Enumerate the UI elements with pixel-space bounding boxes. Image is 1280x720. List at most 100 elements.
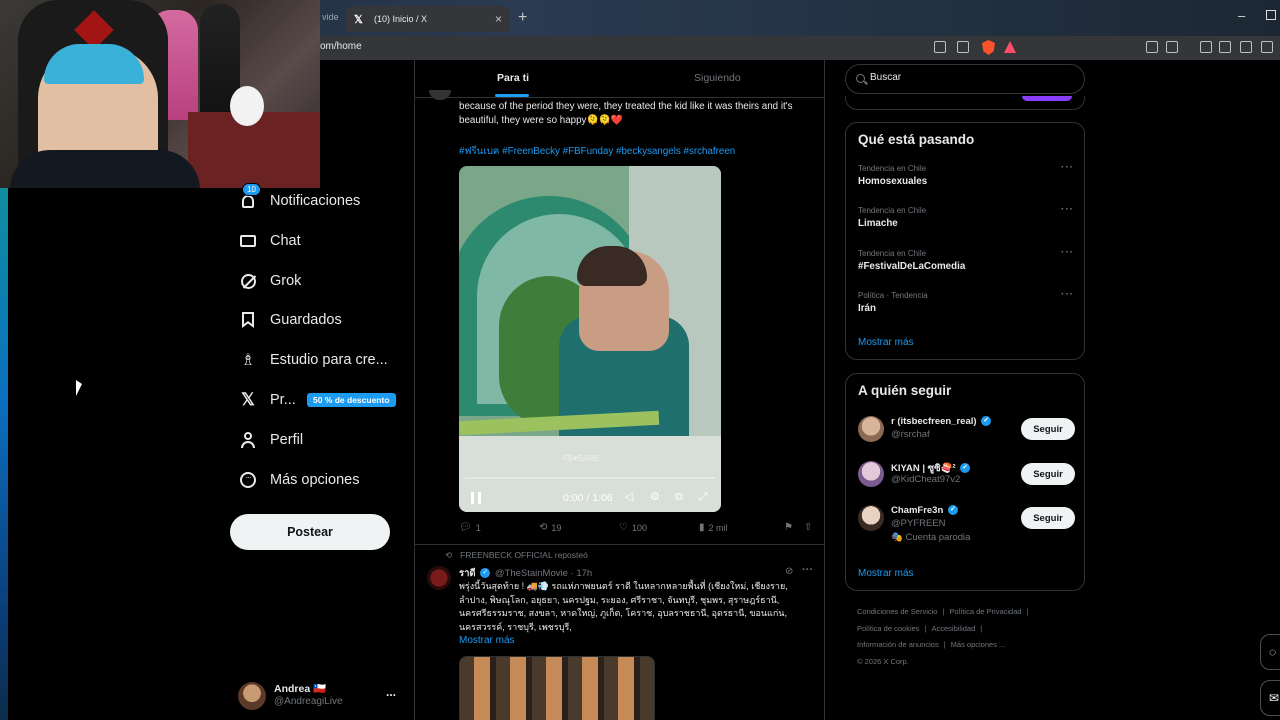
tweet-author-handle[interactable]: @TheStainMovie [495, 568, 568, 579]
show-more-link[interactable]: Mostrar más [459, 635, 515, 646]
nav-notifications[interactable]: 10 Notificaciones [238, 183, 360, 213]
trend-name: Limache [858, 218, 898, 229]
video-player[interactable]: FB♥BABE 0:00 / 1:06 ◁ ⚙ ⧉ ⤢ [459, 166, 721, 512]
nav-chat[interactable]: Chat [238, 229, 301, 253]
pip-icon[interactable]: ⧉ [673, 491, 685, 503]
reply-button[interactable]: 💬︎ 1 [459, 522, 481, 533]
tweet-text: พรุ่งนี้วันสุดท้าย ! 🚚💨 รถแห่ภาพยนตร์ รา… [459, 581, 788, 632]
page-footer: Condiciones de Servicio | Política de Priv… [857, 607, 1029, 666]
brave-shields-icon[interactable] [982, 40, 995, 55]
follow-button[interactable]: Seguir [1021, 418, 1075, 440]
follow-button[interactable]: Seguir [1021, 507, 1075, 529]
search-input[interactable] [870, 72, 1070, 83]
grok-side-icon[interactable]: ◌ [1260, 634, 1280, 670]
tweet-time[interactable]: · 17h [571, 568, 593, 579]
previous-tab-fragment[interactable]: vide [322, 12, 339, 22]
trend-name: #FestivalDeLaComedia [858, 261, 966, 272]
views-button[interactable]: ▮ 2 mil [699, 522, 728, 533]
who-to-follow-show-more[interactable]: Mostrar más [858, 568, 914, 579]
account-name: Andrea 🇨🇱 [274, 683, 327, 695]
post-button[interactable]: Postear [230, 514, 390, 550]
video-progress-bar[interactable] [465, 477, 715, 479]
brave-rewards-icon[interactable] [1004, 41, 1016, 53]
heart-icon: ♡ [619, 522, 628, 533]
trend-item[interactable]: Tendencia en Chile Homosexuales ··· [858, 162, 1074, 194]
footer-accessibility-link[interactable]: Accesibilidad [932, 624, 976, 633]
trend-item[interactable]: Política · Tendencia Irán ··· [858, 289, 1074, 321]
leo-ai-icon[interactable] [1261, 41, 1273, 53]
repost-context[interactable]: ⟲ FREENBECK OFFICIAL reposteó [445, 550, 588, 561]
follow-suggestion[interactable]: ChamFre3n ✓ @PYFREEN 🎭 Cuenta parodia Se… [858, 505, 1075, 543]
nav-grok[interactable]: Grok [238, 269, 301, 293]
footer-ads-info-link[interactable]: Información de anuncios [857, 640, 939, 649]
trend-more-icon[interactable]: ··· [1061, 162, 1074, 173]
nav-saved[interactable]: Guardados [238, 308, 342, 332]
extensions-icon[interactable] [1146, 41, 1158, 53]
trend-item[interactable]: Tendencia en Chile #FestivalDeLaComedia … [858, 247, 1074, 279]
share-button[interactable]: ⇧ [804, 522, 816, 533]
fullscreen-icon[interactable]: ⤢ [697, 491, 709, 503]
trend-meta: Tendencia en Chile [858, 206, 927, 215]
close-tab-icon[interactable]: × [495, 12, 502, 26]
streamer-shirt [10, 150, 200, 188]
tweet-hashtags[interactable]: #ฟรีนเบค #FreenBecky #FBFunday #beckysan… [459, 144, 735, 159]
footer-terms-link[interactable]: Condiciones de Servicio [857, 607, 937, 616]
trend-more-icon[interactable]: ··· [1061, 289, 1074, 300]
wallet-icon[interactable] [1240, 41, 1252, 53]
settings-gear-icon[interactable]: ⚙ [649, 491, 661, 503]
avatar[interactable] [429, 90, 451, 100]
avatar [858, 505, 884, 531]
trend-name: Irán [858, 303, 876, 314]
avatar [858, 461, 884, 487]
tab-for-you[interactable]: Para ti [497, 72, 529, 84]
nav-premium[interactable]: 𝕏 Pr... [238, 388, 296, 412]
new-tab-icon[interactable]: + [518, 9, 527, 27]
follow-suggestion[interactable]: KIYAN | ซูซิ🍣² ✓ @KidCheat97v2 Seguir [858, 461, 1075, 495]
search-box[interactable] [845, 64, 1085, 94]
account-switcher[interactable]: Andrea 🇨🇱 @AndreagiLive ... [238, 681, 403, 711]
nav-label: Pr... [270, 392, 296, 408]
share-icon: ⇧ [804, 522, 813, 533]
tab-following[interactable]: Siguiendo [694, 72, 741, 84]
maximize-window-icon[interactable] [1266, 10, 1276, 20]
bookmark-button[interactable]: ⚑ [784, 522, 797, 533]
messages-side-icon[interactable]: ✉ [1260, 680, 1280, 716]
who-to-follow-panel: A quién seguir r (itsbecfreen_real) ✓ @r… [845, 373, 1085, 591]
screenshot-icon[interactable] [1166, 41, 1178, 53]
follow-suggestion[interactable]: r (itsbecfreen_real) ✓ @rsrchaf Seguir [858, 416, 1075, 450]
footer-cookies-link[interactable]: Política de cookies [857, 624, 920, 633]
trend-meta: Tendencia en Chile [858, 164, 927, 173]
nav-profile[interactable]: Perfil [238, 428, 303, 452]
notification-count-badge: 10 [242, 183, 261, 196]
trend-item[interactable]: Tendencia en Chile Limache ··· [858, 204, 1074, 236]
account-more-icon[interactable]: ... [386, 685, 396, 699]
tweet-more-icon[interactable]: ··· [802, 564, 813, 576]
share-icon[interactable] [957, 41, 969, 53]
promo-button-edge[interactable] [1022, 96, 1072, 101]
url-text[interactable]: om/home [320, 41, 362, 52]
media-icon[interactable] [1200, 41, 1212, 53]
minimize-window-icon[interactable]: – [1238, 8, 1245, 23]
sidebar-icon[interactable] [1219, 41, 1231, 53]
search-icon [856, 74, 865, 83]
trend-more-icon[interactable]: ··· [1061, 247, 1074, 258]
mute-icon[interactable]: ◁ [623, 491, 635, 503]
avatar[interactable] [427, 566, 451, 590]
like-button[interactable]: ♡ 100 [619, 522, 647, 533]
tweet-author-name[interactable]: ราดี [459, 568, 476, 579]
trend-more-icon[interactable]: ··· [1061, 204, 1074, 215]
trending-panel: Qué está pasando Tendencia en Chile Homo… [845, 122, 1085, 360]
repost-button[interactable]: ⟲ 19 [539, 522, 561, 533]
follow-button[interactable]: Seguir [1021, 463, 1075, 485]
premium-discount-badge[interactable]: 50 % de descuento [307, 393, 396, 407]
trending-show-more[interactable]: Mostrar más [858, 337, 914, 348]
grok-explain-icon[interactable]: ⊘ [785, 566, 793, 577]
nav-more-options[interactable]: ··· Más opciones [238, 468, 359, 492]
cast-icon[interactable] [934, 41, 946, 53]
tweet-media-image[interactable] [459, 656, 655, 720]
footer-more-link[interactable]: Más opciones ... [951, 640, 1006, 649]
browser-tab-active[interactable]: 𝕏 (10) Inicio / X × [346, 6, 510, 32]
nav-creator-studio[interactable]: ♗ Estudio para cre... [238, 348, 388, 372]
pause-icon[interactable] [471, 492, 481, 504]
footer-privacy-link[interactable]: Política de Privacidad [949, 607, 1021, 616]
